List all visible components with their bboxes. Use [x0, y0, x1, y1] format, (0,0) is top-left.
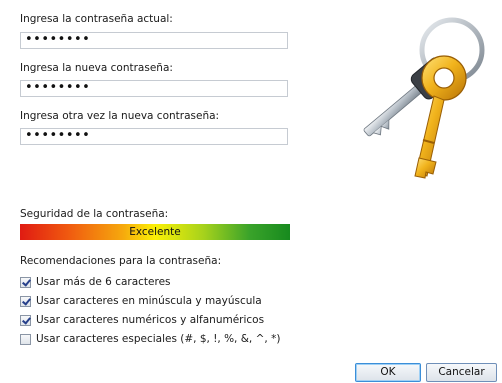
recommendation-item: Usar más de 6 caracteres [20, 275, 171, 289]
checkbox-unchecked[interactable] [20, 333, 31, 345]
password-strength-meter: Excelente [20, 224, 290, 240]
checkbox-checked[interactable] [20, 276, 31, 288]
checkbox-checked[interactable] [20, 314, 31, 326]
new-password-input[interactable]: •••••••• [20, 80, 288, 97]
cancel-button[interactable]: Cancelar [426, 363, 497, 382]
new-password-label: Ingresa la nueva contraseña: [20, 62, 173, 74]
current-password-input[interactable]: •••••••• [20, 32, 288, 49]
current-password-label: Ingresa la contraseña actual: [20, 13, 173, 25]
ok-button[interactable]: OK [355, 363, 421, 382]
recommendation-label: Usar caracteres en minúscula y mayúscula [36, 295, 262, 307]
recommendation-label: Usar caracteres numéricos y alfanumérico… [36, 314, 265, 326]
recommendation-item: Usar caracteres especiales (#, $, !, %, … [20, 332, 280, 346]
password-strength-label: Seguridad de la contraseña: [20, 208, 169, 220]
recommendation-item: Usar caracteres en minúscula y mayúscula [20, 294, 262, 308]
recommendations-title: Recomendaciones para la contraseña: [20, 255, 222, 267]
password-strength-value: Excelente [129, 226, 181, 238]
confirm-password-input[interactable]: •••••••• [20, 128, 288, 145]
keys-icon [326, 8, 496, 198]
checkbox-checked[interactable] [20, 295, 31, 307]
recommendation-label: Usar más de 6 caracteres [36, 276, 171, 288]
confirm-password-label: Ingresa otra vez la nueva contraseña: [20, 110, 220, 122]
recommendation-item: Usar caracteres numéricos y alfanumérico… [20, 313, 264, 327]
recommendation-label: Usar caracteres especiales (#, $, !, %, … [36, 333, 281, 345]
